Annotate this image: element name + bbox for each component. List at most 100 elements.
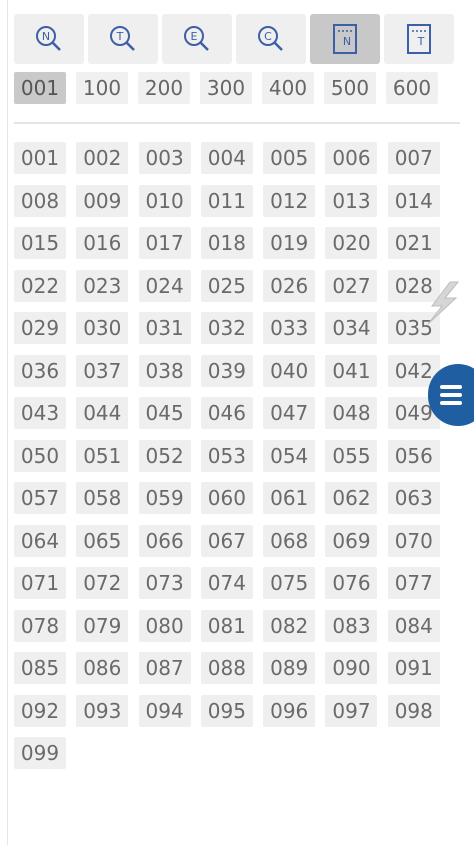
number-button[interactable]: 051 — [76, 439, 129, 472]
number-button[interactable]: 071 — [14, 567, 66, 599]
number-button[interactable]: 092 — [14, 694, 66, 727]
number-button[interactable]: 064 — [14, 524, 66, 557]
number-button[interactable]: 050 — [14, 439, 66, 472]
number-button[interactable]: 085 — [14, 652, 66, 684]
number-button[interactable]: 018 — [200, 227, 253, 259]
number-button[interactable]: 053 — [200, 439, 253, 472]
number-button[interactable]: 015 — [14, 227, 66, 259]
number-button[interactable]: 069 — [325, 524, 378, 557]
number-button[interactable]: 038 — [138, 354, 191, 387]
hundreds-button-500[interactable]: 500 — [324, 72, 376, 104]
number-button[interactable]: 021 — [387, 227, 440, 259]
number-button[interactable]: 057 — [14, 482, 66, 514]
number-button[interactable]: 039 — [200, 354, 253, 387]
number-button[interactable]: 082 — [263, 609, 316, 642]
number-button[interactable]: 073 — [138, 567, 191, 599]
number-button[interactable]: 084 — [387, 609, 440, 642]
number-button[interactable]: 031 — [138, 312, 191, 344]
number-button[interactable]: 090 — [325, 652, 378, 684]
number-button[interactable]: 017 — [138, 227, 191, 259]
number-button[interactable]: 026 — [263, 269, 316, 302]
number-button[interactable]: 083 — [325, 609, 378, 642]
e-search-button[interactable]: E — [162, 14, 232, 64]
number-button[interactable]: 052 — [138, 439, 191, 472]
n-page-button[interactable]: N — [310, 14, 380, 64]
number-button[interactable]: 089 — [263, 652, 316, 684]
number-button[interactable]: 095 — [200, 694, 253, 727]
number-button[interactable]: 012 — [263, 184, 316, 217]
number-button[interactable]: 023 — [76, 269, 129, 302]
number-button[interactable]: 078 — [14, 609, 66, 642]
number-button[interactable]: 099 — [14, 737, 66, 769]
number-button[interactable]: 002 — [76, 142, 129, 174]
number-button[interactable]: 022 — [14, 269, 66, 302]
number-button[interactable]: 047 — [263, 397, 316, 429]
number-button[interactable]: 094 — [138, 694, 191, 727]
number-button[interactable]: 079 — [76, 609, 129, 642]
hundreds-button-300[interactable]: 300 — [200, 72, 252, 104]
number-button[interactable]: 066 — [138, 524, 191, 557]
number-button[interactable]: 072 — [76, 567, 129, 599]
number-button[interactable]: 013 — [325, 184, 378, 217]
number-button[interactable]: 046 — [200, 397, 253, 429]
number-button[interactable]: 067 — [200, 524, 253, 557]
number-button[interactable]: 020 — [325, 227, 378, 259]
number-button[interactable]: 041 — [325, 354, 378, 387]
c-search-button[interactable]: C — [236, 14, 306, 64]
hundreds-button-001[interactable]: 001 — [14, 72, 66, 104]
lightning-bolt-icon[interactable] — [420, 280, 462, 326]
number-button[interactable]: 037 — [76, 354, 129, 387]
number-button[interactable]: 061 — [263, 482, 316, 514]
number-button[interactable]: 058 — [76, 482, 129, 514]
number-button[interactable]: 097 — [325, 694, 378, 727]
number-button[interactable]: 091 — [387, 652, 440, 684]
t-page-button[interactable]: T — [384, 14, 454, 64]
number-button[interactable]: 030 — [76, 312, 129, 344]
number-button[interactable]: 005 — [263, 142, 316, 174]
number-button[interactable]: 062 — [325, 482, 378, 514]
number-button[interactable]: 019 — [263, 227, 316, 259]
n-search-button[interactable]: N — [14, 14, 84, 64]
number-button[interactable]: 044 — [76, 397, 129, 429]
number-button[interactable]: 063 — [387, 482, 440, 514]
number-button[interactable]: 080 — [138, 609, 191, 642]
number-button[interactable]: 065 — [76, 524, 129, 557]
number-button[interactable]: 027 — [325, 269, 378, 302]
number-button[interactable]: 070 — [387, 524, 440, 557]
number-button[interactable]: 036 — [14, 354, 66, 387]
number-button[interactable]: 001 — [14, 142, 66, 174]
number-button[interactable]: 060 — [200, 482, 253, 514]
number-button[interactable]: 040 — [263, 354, 316, 387]
hundreds-button-100[interactable]: 100 — [76, 72, 128, 104]
number-button[interactable]: 016 — [76, 227, 129, 259]
number-button[interactable]: 059 — [138, 482, 191, 514]
number-button[interactable]: 088 — [200, 652, 253, 684]
number-button[interactable]: 048 — [325, 397, 378, 429]
number-button[interactable]: 024 — [138, 269, 191, 302]
number-button[interactable]: 074 — [200, 567, 253, 599]
number-button[interactable]: 045 — [138, 397, 191, 429]
number-button[interactable]: 081 — [200, 609, 253, 642]
number-button[interactable]: 009 — [76, 184, 129, 217]
number-button[interactable]: 077 — [387, 567, 440, 599]
number-button[interactable]: 006 — [325, 142, 378, 174]
hundreds-button-200[interactable]: 200 — [138, 72, 190, 104]
number-button[interactable]: 003 — [138, 142, 191, 174]
number-button[interactable]: 011 — [200, 184, 253, 217]
number-button[interactable]: 093 — [76, 694, 129, 727]
number-button[interactable]: 096 — [263, 694, 316, 727]
hundreds-button-600[interactable]: 600 — [386, 72, 438, 104]
number-button[interactable]: 087 — [138, 652, 191, 684]
hundreds-button-400[interactable]: 400 — [262, 72, 314, 104]
number-button[interactable]: 075 — [263, 567, 316, 599]
number-button[interactable]: 086 — [76, 652, 129, 684]
t-search-button[interactable]: T — [88, 14, 158, 64]
number-button[interactable]: 076 — [325, 567, 378, 599]
number-button[interactable]: 014 — [387, 184, 440, 217]
number-button[interactable]: 029 — [14, 312, 66, 344]
number-button[interactable]: 033 — [263, 312, 316, 344]
number-button[interactable]: 007 — [387, 142, 440, 174]
number-button[interactable]: 068 — [263, 524, 316, 557]
number-button[interactable]: 010 — [138, 184, 191, 217]
number-button[interactable]: 025 — [200, 269, 253, 302]
